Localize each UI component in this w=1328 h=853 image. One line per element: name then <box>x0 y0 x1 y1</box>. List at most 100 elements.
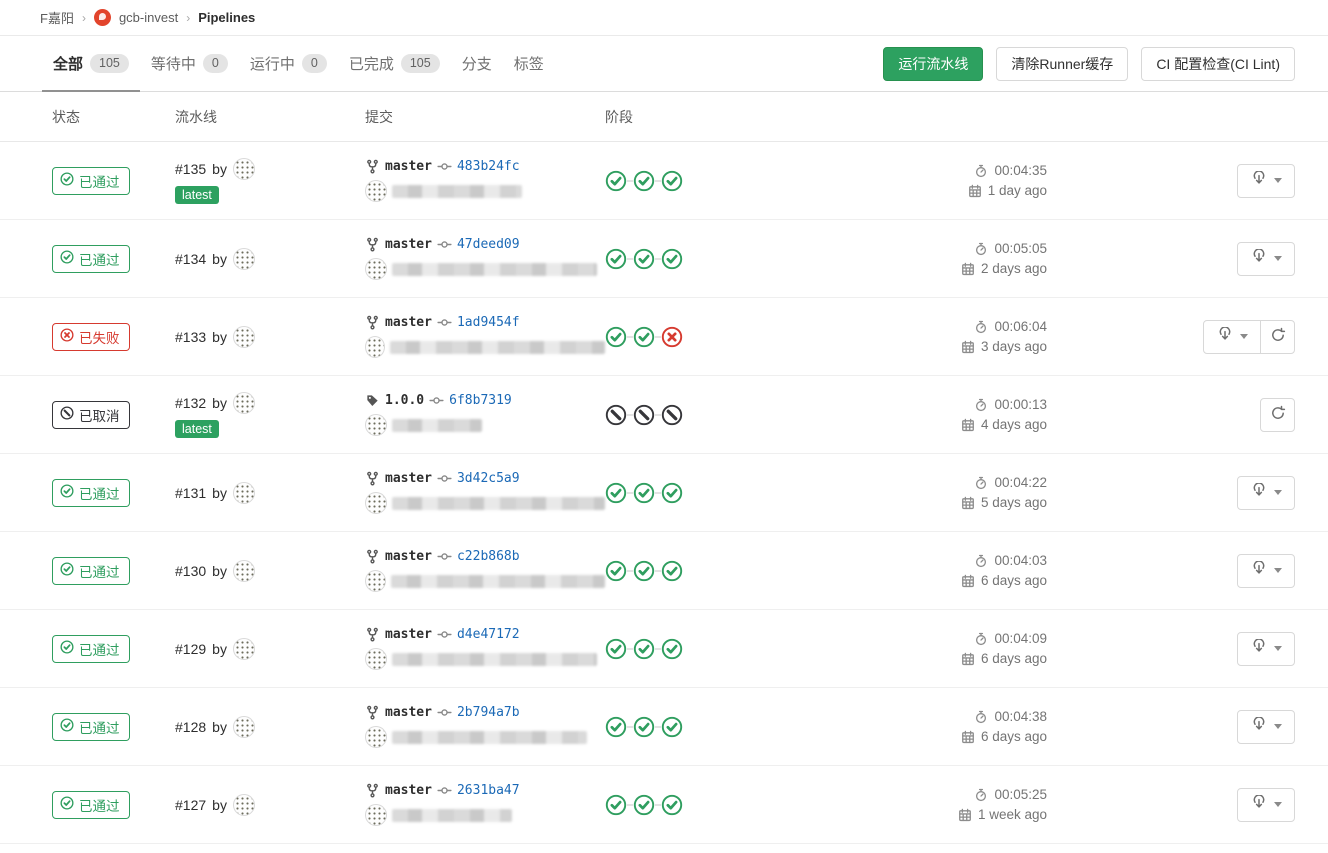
ref-link[interactable]: master <box>385 627 432 642</box>
commit-sha-link[interactable]: 6f8b7319 <box>449 393 512 408</box>
user-avatar[interactable] <box>233 392 255 414</box>
pipeline-id-link[interactable]: #135 <box>175 161 206 177</box>
clear-runner-cache-button[interactable]: 清除Runner缓存 <box>996 47 1128 81</box>
status-badge[interactable]: 已通过 <box>52 245 130 273</box>
run-pipeline-button[interactable]: 运行流水线 <box>883 47 983 81</box>
stage-passed-icon[interactable] <box>633 638 655 660</box>
commit-sha-link[interactable]: 483b24fc <box>457 159 520 174</box>
stage-passed-icon[interactable] <box>661 560 683 582</box>
ref-link[interactable]: master <box>385 783 432 798</box>
stage-passed-icon[interactable] <box>605 170 627 192</box>
stage-passed-icon[interactable] <box>605 560 627 582</box>
tab-finished[interactable]: 已完成105 <box>338 36 451 91</box>
project-avatar[interactable] <box>94 9 111 26</box>
pipeline-id-link[interactable]: #134 <box>175 251 206 267</box>
ref-link[interactable]: master <box>385 705 432 720</box>
ref-link[interactable]: master <box>385 471 432 486</box>
stage-passed-icon[interactable] <box>633 170 655 192</box>
status-badge[interactable]: 已通过 <box>52 791 130 819</box>
pipeline-id-link[interactable]: #130 <box>175 563 206 579</box>
stage-passed-icon[interactable] <box>605 248 627 270</box>
pipeline-id-link[interactable]: #129 <box>175 641 206 657</box>
user-avatar[interactable] <box>233 560 255 582</box>
status-badge[interactable]: 已通过 <box>52 557 130 585</box>
tab-all[interactable]: 全部105 <box>42 36 140 91</box>
stage-passed-icon[interactable] <box>605 794 627 816</box>
committer-avatar[interactable] <box>365 492 387 514</box>
ref-link[interactable]: master <box>385 159 432 174</box>
pipeline-id-link[interactable]: #131 <box>175 485 206 501</box>
pipeline-id-link[interactable]: #133 <box>175 329 206 345</box>
ref-link[interactable]: master <box>385 315 432 330</box>
user-avatar[interactable] <box>233 326 255 348</box>
commit-sha-link[interactable]: d4e47172 <box>457 627 520 642</box>
stage-passed-icon[interactable] <box>661 794 683 816</box>
download-artifacts-button[interactable] <box>1237 710 1295 744</box>
stage-passed-icon[interactable] <box>633 248 655 270</box>
stage-passed-icon[interactable] <box>633 560 655 582</box>
stage-passed-icon[interactable] <box>633 482 655 504</box>
tab-branches[interactable]: 分支 <box>451 36 503 91</box>
stage-passed-icon[interactable] <box>605 716 627 738</box>
pipeline-id-link[interactable]: #128 <box>175 719 206 735</box>
commit-sha-link[interactable]: 3d42c5a9 <box>457 471 520 486</box>
user-avatar[interactable] <box>233 482 255 504</box>
committer-avatar[interactable] <box>365 804 387 826</box>
user-avatar[interactable] <box>233 716 255 738</box>
download-artifacts-button[interactable] <box>1237 242 1295 276</box>
stage-passed-icon[interactable] <box>605 638 627 660</box>
ref-link[interactable]: master <box>385 549 432 564</box>
user-avatar[interactable] <box>233 638 255 660</box>
retry-pipeline-button[interactable] <box>1260 320 1295 354</box>
stage-passed-icon[interactable] <box>661 638 683 660</box>
download-artifacts-button[interactable] <box>1237 632 1295 666</box>
commit-sha-link[interactable]: 2631ba47 <box>457 783 520 798</box>
stage-passed-icon[interactable] <box>661 170 683 192</box>
user-avatar[interactable] <box>233 158 255 180</box>
status-badge[interactable]: 已通过 <box>52 479 130 507</box>
commit-sha-link[interactable]: 47deed09 <box>457 237 520 252</box>
breadcrumb-group-link[interactable]: F嘉阳 <box>40 8 74 27</box>
download-artifacts-button[interactable] <box>1237 788 1295 822</box>
stage-passed-icon[interactable] <box>661 482 683 504</box>
tab-tags[interactable]: 标签 <box>503 36 555 91</box>
stage-passed-icon[interactable] <box>633 326 655 348</box>
commit-sha-link[interactable]: 1ad9454f <box>457 315 520 330</box>
status-badge[interactable]: 已失败 <box>52 323 130 351</box>
commit-sha-link[interactable]: c22b868b <box>457 549 520 564</box>
ref-link[interactable]: master <box>385 237 432 252</box>
stage-passed-icon[interactable] <box>661 716 683 738</box>
status-badge[interactable]: 已通过 <box>52 713 130 741</box>
status-badge[interactable]: 已通过 <box>52 635 130 663</box>
stage-canceled-icon[interactable] <box>633 404 655 426</box>
ref-link[interactable]: 1.0.0 <box>385 393 424 408</box>
tab-running[interactable]: 运行中0 <box>239 36 338 91</box>
committer-avatar[interactable] <box>365 570 386 592</box>
stage-failed-icon[interactable] <box>661 326 683 348</box>
download-artifacts-button[interactable] <box>1237 164 1295 198</box>
committer-avatar[interactable] <box>365 414 387 436</box>
download-artifacts-button[interactable] <box>1237 554 1295 588</box>
stage-passed-icon[interactable] <box>633 794 655 816</box>
stage-canceled-icon[interactable] <box>661 404 683 426</box>
committer-avatar[interactable] <box>365 726 387 748</box>
download-artifacts-button[interactable] <box>1203 320 1261 354</box>
status-badge[interactable]: 已通过 <box>52 167 130 195</box>
user-avatar[interactable] <box>233 248 255 270</box>
stage-canceled-icon[interactable] <box>605 404 627 426</box>
user-avatar[interactable] <box>233 794 255 816</box>
committer-avatar[interactable] <box>365 180 387 202</box>
commit-sha-link[interactable]: 2b794a7b <box>457 705 520 720</box>
ci-lint-button[interactable]: CI 配置检查(CI Lint) <box>1141 47 1295 81</box>
download-artifacts-button[interactable] <box>1237 476 1295 510</box>
retry-pipeline-button[interactable] <box>1260 398 1295 432</box>
tab-pending[interactable]: 等待中0 <box>140 36 239 91</box>
stage-passed-icon[interactable] <box>605 326 627 348</box>
pipeline-id-link[interactable]: #132 <box>175 395 206 411</box>
committer-avatar[interactable] <box>365 648 387 670</box>
committer-avatar[interactable] <box>365 336 385 358</box>
stage-passed-icon[interactable] <box>661 248 683 270</box>
status-badge[interactable]: 已取消 <box>52 401 130 429</box>
committer-avatar[interactable] <box>365 258 387 280</box>
breadcrumb-project-link[interactable]: gcb-invest <box>119 10 178 25</box>
